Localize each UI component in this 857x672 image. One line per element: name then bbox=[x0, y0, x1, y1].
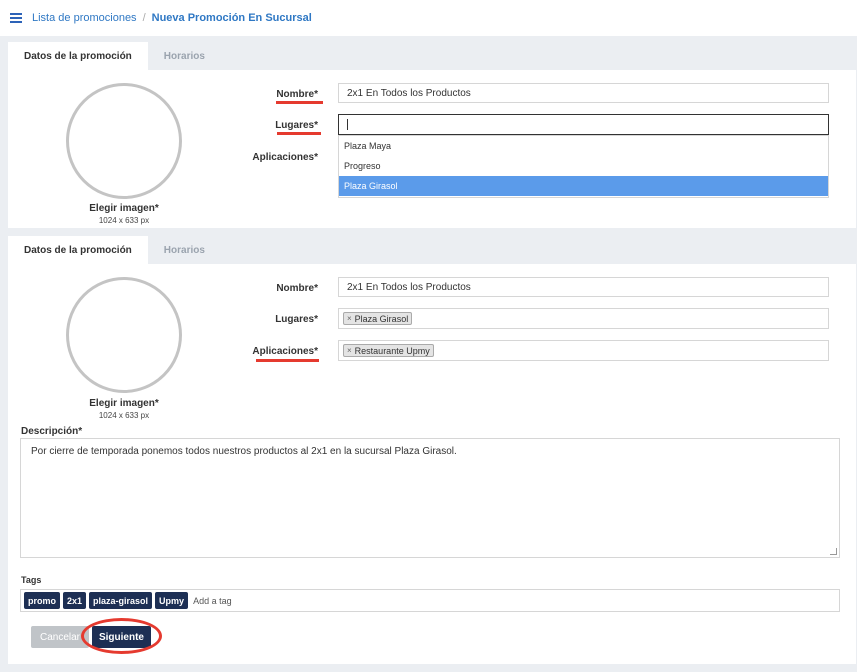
nombre-label: Nombre* bbox=[276, 283, 318, 294]
tag-chip[interactable]: promo bbox=[24, 592, 60, 609]
add-tag-placeholder[interactable]: Add a tag bbox=[193, 596, 232, 606]
remove-icon[interactable]: × bbox=[347, 314, 352, 323]
breadcrumb-bar: Lista de promociones / Nueva Promoción E… bbox=[0, 0, 857, 36]
dropdown-option-selected[interactable]: Plaza Girasol bbox=[339, 176, 828, 196]
nombre-label: Nombre* bbox=[276, 89, 318, 100]
tags-input[interactable]: promo 2x1 plaza-girasol Upmy Add a tag bbox=[20, 589, 840, 612]
tag-chip[interactable]: plaza-girasol bbox=[89, 592, 153, 609]
lugares-dropdown: Plaza Maya Progreso Plaza Girasol bbox=[338, 135, 829, 198]
promotion-form-panel-2: Datos de la promoción Horarios Elegir im… bbox=[8, 236, 856, 664]
choose-image-label[interactable]: Elegir imagen* bbox=[44, 398, 204, 409]
tab-horarios[interactable]: Horarios bbox=[148, 236, 221, 264]
highlight-underline bbox=[277, 132, 321, 135]
choose-image-label[interactable]: Elegir imagen* bbox=[44, 203, 204, 214]
dropdown-option[interactable]: Progreso bbox=[339, 156, 828, 176]
lugares-search-input[interactable] bbox=[338, 114, 829, 135]
image-picker-circle[interactable] bbox=[66, 83, 182, 199]
chip-label: Restaurante Upmy bbox=[354, 345, 430, 356]
tab-datos[interactable]: Datos de la promoción bbox=[8, 236, 148, 264]
image-picker-circle[interactable] bbox=[66, 277, 182, 393]
tags-label: Tags bbox=[21, 575, 42, 585]
image-size-hint: 1024 x 633 px bbox=[98, 411, 150, 420]
aplicaciones-multiselect[interactable]: × Restaurante Upmy bbox=[338, 340, 829, 361]
aplicaciones-label: Aplicaciones* bbox=[252, 346, 318, 357]
dropdown-option[interactable]: Plaza Maya bbox=[339, 136, 828, 156]
tag-chip[interactable]: 2x1 bbox=[63, 592, 87, 609]
promotion-form-panel-1: Datos de la promoción Horarios Elegir im… bbox=[8, 42, 856, 228]
resize-handle-icon[interactable] bbox=[830, 548, 837, 555]
chip-label: Plaza Girasol bbox=[354, 313, 409, 324]
tab-horarios[interactable]: Horarios bbox=[148, 42, 221, 70]
highlight-oval bbox=[81, 618, 162, 654]
descripcion-textarea[interactable]: Por cierre de temporada ponemos todos nu… bbox=[20, 438, 840, 558]
tab-datos[interactable]: Datos de la promoción bbox=[8, 42, 148, 70]
lugares-label: Lugares* bbox=[275, 314, 318, 325]
breadcrumb-current: Nueva Promoción En Sucursal bbox=[151, 12, 312, 24]
tab-bar: Datos de la promoción Horarios bbox=[8, 236, 856, 264]
descripcion-label: Descripción* bbox=[21, 426, 83, 437]
lugares-label: Lugares* bbox=[275, 120, 318, 131]
tag-chip[interactable]: Upmy bbox=[155, 592, 189, 609]
menu-icon[interactable] bbox=[10, 13, 22, 23]
breadcrumb-parent-link[interactable]: Lista de promociones bbox=[32, 12, 137, 24]
nombre-input[interactable]: 2x1 En Todos los Productos bbox=[338, 277, 829, 297]
nombre-input[interactable]: 2x1 En Todos los Productos bbox=[338, 83, 829, 103]
aplicaciones-label: Aplicaciones* bbox=[252, 152, 318, 163]
selected-app-chip: × Restaurante Upmy bbox=[343, 344, 434, 357]
remove-icon[interactable]: × bbox=[347, 346, 352, 355]
highlight-underline bbox=[276, 101, 323, 104]
lugares-multiselect[interactable]: × Plaza Girasol bbox=[338, 308, 829, 329]
highlight-underline bbox=[256, 359, 319, 362]
selected-lugar-chip: × Plaza Girasol bbox=[343, 312, 413, 325]
text-cursor bbox=[347, 119, 348, 130]
descripcion-text: Por cierre de temporada ponemos todos nu… bbox=[31, 446, 457, 457]
image-size-hint: 1024 x 633 px bbox=[98, 216, 150, 225]
tab-bar: Datos de la promoción Horarios bbox=[8, 42, 856, 70]
breadcrumb-separator: / bbox=[142, 12, 146, 24]
